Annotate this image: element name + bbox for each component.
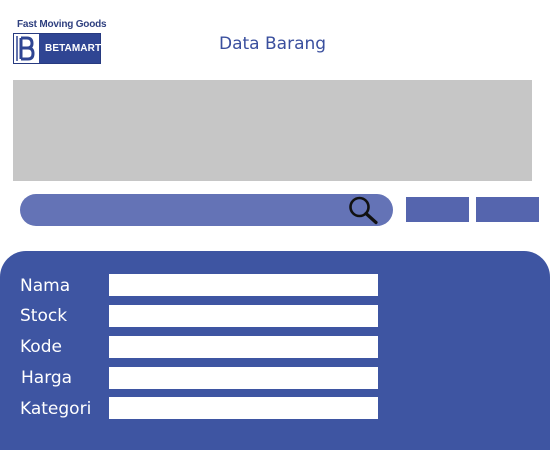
- page: Fast Moving Goods BETAMART Data Barang N…: [0, 0, 550, 450]
- field-label-kategori: Kategori: [20, 399, 92, 419]
- logo-tagline: Fast Moving Goods: [17, 19, 107, 30]
- page-title: Data Barang: [219, 34, 327, 54]
- harga-field[interactable]: [109, 367, 378, 389]
- form-panel: Nama Stock Kode Harga Kategori: [0, 251, 550, 450]
- kode-field[interactable]: [109, 336, 378, 358]
- kategori-field[interactable]: [109, 397, 378, 419]
- logo-name: BETAMART: [45, 43, 102, 54]
- magnifier-icon[interactable]: [346, 194, 382, 226]
- search-input[interactable]: [34, 198, 344, 222]
- nama-field[interactable]: [109, 274, 378, 296]
- field-label-stock: Stock: [20, 306, 68, 326]
- field-label-nama: Nama: [20, 276, 71, 296]
- field-label-kode: Kode: [20, 337, 62, 357]
- logo: BETAMART: [13, 33, 101, 64]
- stock-field[interactable]: [109, 305, 378, 327]
- action-button-2[interactable]: [476, 197, 539, 222]
- letter-b-logo-icon: [14, 34, 39, 63]
- banner-placeholder: [13, 80, 532, 181]
- search-bar[interactable]: [20, 194, 393, 226]
- action-button-1[interactable]: [406, 197, 469, 222]
- field-label-harga: Harga: [21, 368, 73, 388]
